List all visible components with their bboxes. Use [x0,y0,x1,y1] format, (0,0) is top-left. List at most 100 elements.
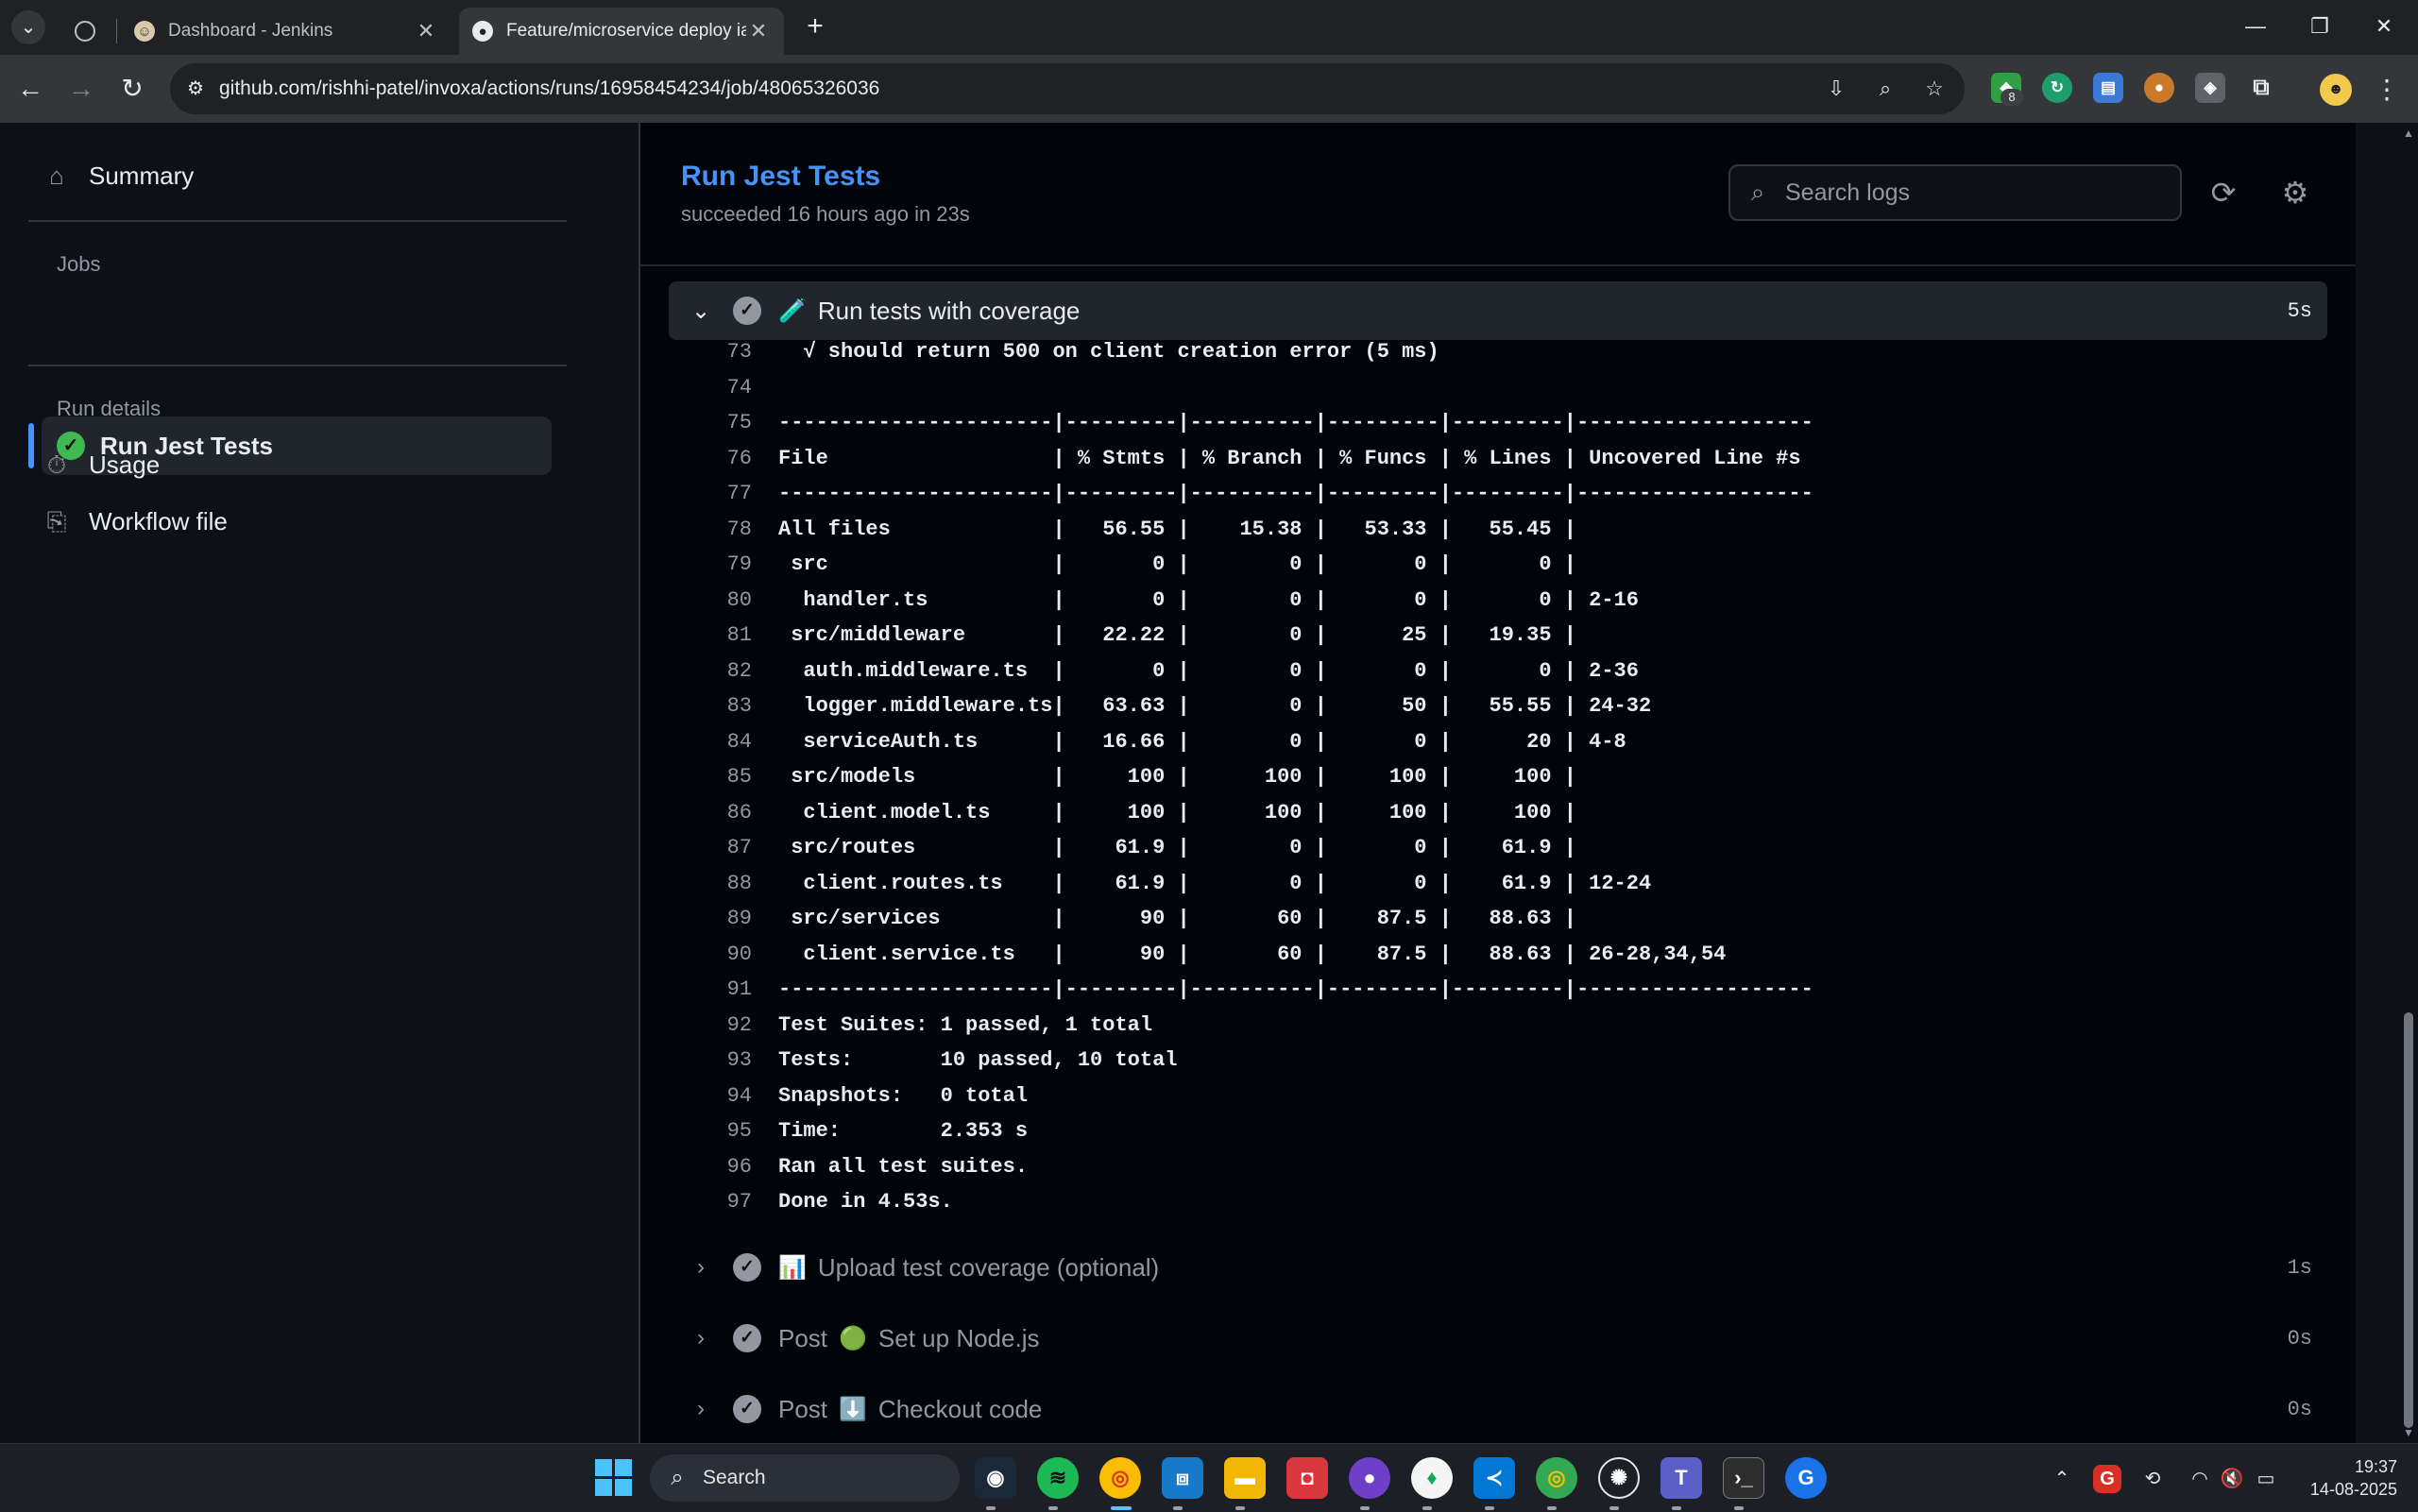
gear-icon[interactable]: ⚙ [2274,172,2316,213]
back-icon[interactable]: ← [11,70,49,108]
log-line-number[interactable]: 81 [640,623,752,647]
steam-icon[interactable]: ◉ [975,1457,1016,1499]
url-text[interactable]: github.com/rishhi-patel/invoxa/actions/r… [219,77,1817,100]
volume-muted-icon[interactable]: 🔇 [2218,1465,2246,1493]
step-post-checkout-code[interactable]: › ✓ Post ⬇️ Checkout code 0s [669,1381,2327,1437]
extension-cookie-icon[interactable]: ● [2144,73,2174,103]
sidebar-item-usage[interactable]: ⏱ Usage [42,436,552,493]
refresh-icon[interactable]: ⟳ [2203,172,2244,213]
profile-avatar[interactable]: ☻ [2320,74,2352,106]
google-app-icon[interactable]: G [1785,1457,1827,1499]
restore-icon[interactable]: ❐ [2291,8,2348,45]
show-hidden-icons-icon[interactable]: ⌃ [2048,1465,2076,1493]
log-line-number[interactable]: 73 [640,340,752,364]
sync-tray-icon[interactable]: ⟲ [2138,1465,2167,1493]
log-line-number[interactable]: 76 [640,447,752,470]
sidebar-item-summary[interactable]: ⌂ Summary [42,147,552,204]
tab-search-button[interactable]: ⌄ [11,10,45,44]
log-line-number[interactable]: 74 [640,376,752,399]
step-duration: 5s [2287,298,2312,323]
extension-shield-privacy-icon[interactable]: ◈ [2195,73,2225,103]
log-line-number[interactable]: 83 [640,694,752,718]
pinned-tab[interactable] [59,8,111,55]
log-line-number[interactable]: 84 [640,730,752,754]
log-line: 81 src/middleware | 22.22 | 0 | 25 | 19.… [640,618,2341,653]
job-title[interactable]: Run Jest Tests [681,161,880,193]
log-line-number[interactable]: 97 [640,1190,752,1214]
vscode-icon[interactable]: ≺ [1473,1457,1515,1499]
chevron-down-icon[interactable]: ⌄ [682,297,720,325]
github-desktop-icon[interactable]: ● [1349,1457,1390,1499]
install-app-icon[interactable]: ⇩ [1817,70,1855,108]
scroll-up-icon[interactable]: ▲ [2399,125,2418,142]
log-line-number[interactable]: 89 [640,907,752,930]
chevron-right-icon[interactable]: › [682,1325,720,1351]
system-clock[interactable]: 19:37 14-08-2025 [2284,1455,2397,1501]
search-logs-field[interactable]: ⌕ [1728,164,2182,221]
site-info-icon[interactable]: ⚙ [181,75,210,103]
bookmark-star-icon[interactable]: ☆ [1916,70,1953,108]
step-post-setup-node[interactable]: › ✓ Post 🟢 Set up Node.js 0s [669,1310,2327,1367]
extension-grammar-icon[interactable]: ↻ [2042,73,2072,103]
log-line-number[interactable]: 75 [640,411,752,434]
log-output: 73 √ should return 500 on client creatio… [640,334,2356,1335]
close-tab-icon[interactable]: ✕ [414,19,438,43]
taskbar-search[interactable]: ⌕ Search [650,1454,960,1502]
wifi-icon[interactable]: ◠ [2186,1465,2214,1493]
remote-desktop-icon[interactable]: ⧈ [1162,1457,1203,1499]
log-line-number[interactable]: 90 [640,943,752,966]
log-line-text: Time: 2.353 s [778,1119,1029,1143]
extension-page-icon[interactable]: ▤ [2093,73,2123,103]
forward-icon[interactable]: → [62,70,100,108]
close-window-icon[interactable]: ✕ [2356,8,2412,45]
scrollbar-thumb[interactable] [2404,1012,2413,1428]
grammarly-tray-icon[interactable]: G [2093,1465,2121,1493]
new-tab-button[interactable]: + [799,11,831,43]
log-line-number[interactable]: 92 [640,1013,752,1037]
reload-icon[interactable]: ↻ [113,70,151,108]
log-line-number[interactable]: 78 [640,518,752,541]
step-upload-coverage[interactable]: › ✓ 📊 Upload test coverage (optional) 1s [669,1239,2327,1296]
log-line-number[interactable]: 95 [640,1119,752,1143]
log-line-number[interactable]: 96 [640,1155,752,1179]
address-bar[interactable]: ⚙ github.com/rishhi-patel/invoxa/actions… [170,63,1965,114]
chevron-right-icon[interactable]: › [682,1254,720,1281]
windows-start-icon[interactable] [595,1459,633,1497]
chrome-icon[interactable]: ◎ [1099,1457,1141,1499]
browser-menu-icon[interactable]: ⋮ [2373,72,2401,108]
os-taskbar: ⌕ Search ◉ ≋ ◎ ⧈ ▬ ◘ ● ♦ ≺ ◎ ✺ T ›_ G ⌃ … [0,1443,2418,1512]
chatgpt-icon[interactable]: ✺ [1598,1457,1640,1499]
log-line-number[interactable]: 80 [640,588,752,612]
chrome-profile-icon[interactable]: ◎ [1536,1457,1577,1499]
teams-icon[interactable]: T [1660,1457,1702,1499]
log-line-number[interactable]: 86 [640,801,752,824]
mongodb-compass-icon[interactable]: ♦ [1411,1457,1453,1499]
spotify-icon[interactable]: ≋ [1037,1457,1079,1499]
log-line-number[interactable]: 79 [640,552,752,576]
log-line-number[interactable]: 91 [640,977,752,1001]
log-line-number[interactable]: 77 [640,482,752,505]
file-explorer-icon[interactable]: ▬ [1224,1457,1266,1499]
page-scrollbar[interactable]: ▲ ▼ [2399,123,2418,1443]
minimize-icon[interactable]: — [2227,8,2284,45]
log-line-number[interactable]: 88 [640,872,752,895]
log-line-number[interactable]: 94 [640,1084,752,1108]
log-line-number[interactable]: 87 [640,836,752,859]
chevron-right-icon[interactable]: › [682,1396,720,1422]
search-logs-input[interactable] [1783,178,2180,208]
log-line-text: Tests: 10 passed, 10 total [778,1048,1178,1072]
log-line-number[interactable]: 82 [640,659,752,683]
terminal-icon[interactable]: ›_ [1723,1457,1764,1499]
log-line-number[interactable]: 85 [640,765,752,789]
tab-jenkins[interactable]: ☺ Dashboard - Jenkins ✕ [121,8,451,55]
close-tab-icon[interactable]: ✕ [746,19,771,43]
step-run-tests-with-coverage[interactable]: ⌄ ✓ 🧪 Run tests with coverage 5s [669,281,2327,340]
sidebar-item-workflow-file[interactable]: ⎘ Workflow file [42,493,552,550]
scroll-down-icon[interactable]: ▼ [2399,1424,2418,1441]
game-controller-icon[interactable]: ◘ [1286,1457,1328,1499]
log-line-number[interactable]: 93 [640,1048,752,1072]
zoom-icon[interactable]: ⌕ [1866,70,1904,108]
tab-github-actions[interactable]: ● Feature/microservice deploy iac ✕ [459,8,784,55]
extensions-puzzle-icon[interactable]: ⧉ [2246,73,2276,103]
battery-icon[interactable]: ▭ [2252,1465,2280,1493]
